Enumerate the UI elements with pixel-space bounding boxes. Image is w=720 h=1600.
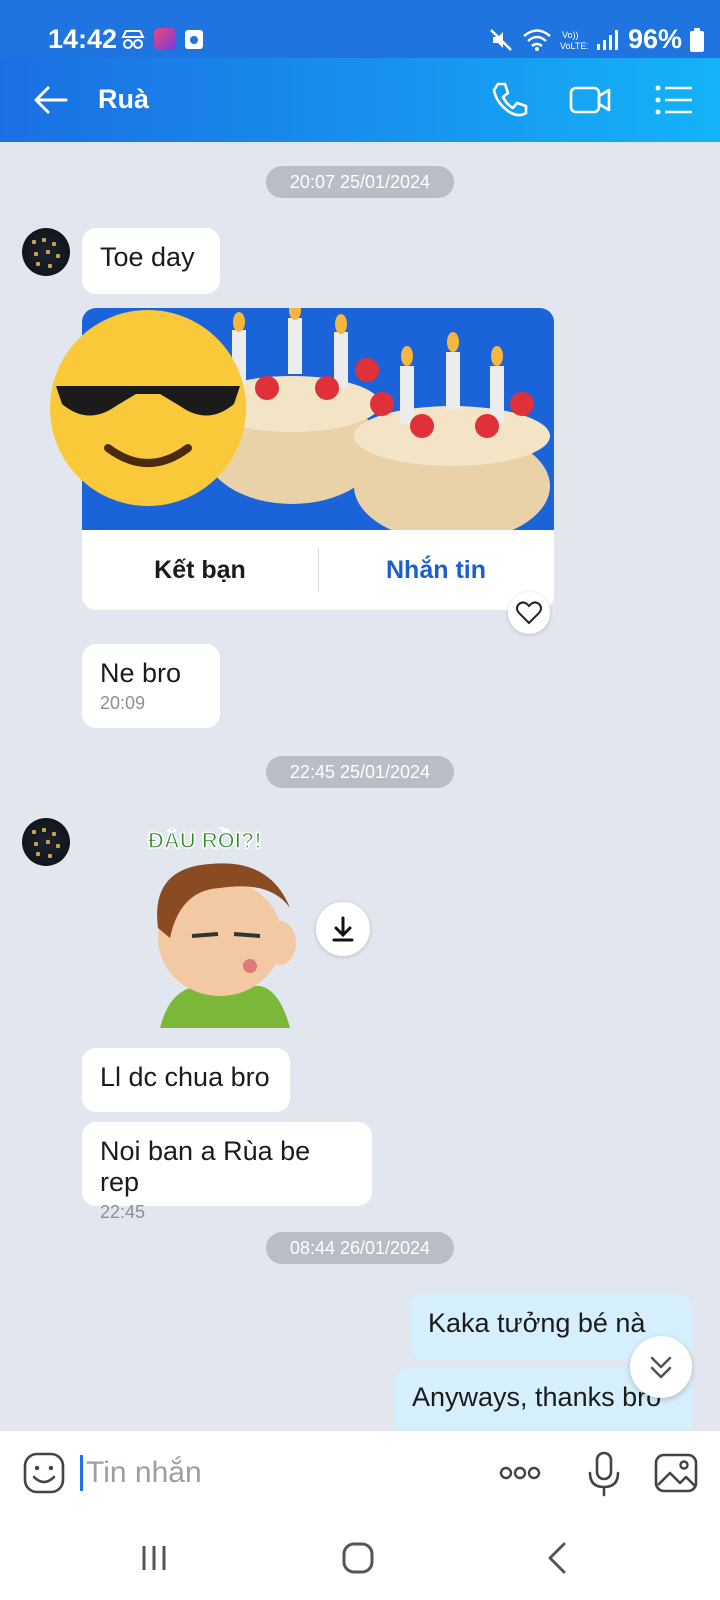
chat-header: Ruà: [0, 58, 720, 142]
app-notification-icon: [154, 28, 176, 50]
svg-text:Vo)): Vo)): [562, 30, 579, 40]
status-system-icons: Vo)) VoLTE1 96%: [488, 24, 704, 55]
message-text: Kaka tưởng bé nà: [428, 1308, 646, 1338]
signal-icon: [596, 29, 618, 50]
microphone-icon[interactable]: [580, 1449, 628, 1497]
date-separator: 08:44 26/01/2024: [266, 1232, 454, 1264]
react-heart-button[interactable]: [508, 592, 550, 634]
sticker[interactable]: ĐÂU RỒI?!: [140, 818, 310, 1038]
system-navigation-bar: [0, 1516, 720, 1600]
status-time: 14:42: [48, 24, 118, 54]
chevron-double-down-icon: [650, 1356, 672, 1379]
message-text: Anyways, thanks bro: [412, 1382, 662, 1412]
message-text: Toe day: [100, 242, 195, 272]
svg-text:VoLTE1: VoLTE1: [560, 41, 588, 51]
recent-apps-icon[interactable]: [130, 1534, 178, 1582]
action-divider: [318, 548, 319, 592]
status-notification-icons: [120, 28, 204, 50]
home-icon[interactable]: [334, 1534, 382, 1582]
back-arrow-icon[interactable]: [30, 80, 70, 120]
phone-icon[interactable]: [488, 78, 532, 122]
status-bar: 14:42 Vo)) VoLTE1: [0, 0, 720, 58]
scroll-to-bottom-button[interactable]: [630, 1336, 692, 1398]
sunglasses-emoji-icon: [50, 310, 246, 506]
image-gallery-icon[interactable]: [652, 1449, 700, 1497]
text-cursor: [80, 1455, 83, 1491]
calendar-icon: [185, 30, 203, 49]
incognito-icon: [121, 30, 145, 49]
add-friend-button[interactable]: Kết bạn: [82, 530, 318, 610]
mute-icon: [490, 28, 512, 51]
battery-percent: 96%: [627, 24, 682, 54]
heart-icon: [516, 601, 542, 625]
sticker-smile-icon[interactable]: [22, 1451, 66, 1495]
avatar[interactable]: [22, 818, 70, 866]
message-text: Ne bro: [100, 658, 182, 688]
avatar[interactable]: [22, 228, 70, 276]
message-bubble[interactable]: Ne bro 20:09: [82, 644, 220, 728]
download-button[interactable]: [316, 902, 370, 956]
message-time: 20:09: [100, 693, 146, 713]
message-text: Noi ban a Rùa be rep: [100, 1136, 311, 1197]
svg-text:ĐÂU RỒI?!: ĐÂU RỒI?!: [148, 828, 262, 853]
message-input-bar: [0, 1430, 720, 1516]
message-bubble[interactable]: Noi ban a Rùa be rep 22:45: [82, 1122, 372, 1222]
contact-name[interactable]: Ruà: [98, 84, 149, 115]
contact-card[interactable]: Kết bạn Nhắn tin: [50, 308, 554, 610]
message-bubble[interactable]: Ll dc chua bro: [82, 1048, 290, 1112]
back-icon[interactable]: [534, 1534, 582, 1582]
battery-icon: [690, 27, 704, 52]
volte-icon: Vo)) VoLTE1: [560, 30, 588, 51]
date-separator: 22:45 25/01/2024: [266, 756, 454, 788]
wifi-icon: [523, 28, 551, 51]
message-bubble[interactable]: Toe day: [82, 228, 220, 294]
message-text: Ll dc chua bro: [100, 1062, 270, 1092]
list-menu-icon[interactable]: [652, 78, 696, 122]
download-icon: [332, 916, 354, 942]
date-separator: 20:07 25/01/2024: [266, 166, 454, 198]
video-camera-icon[interactable]: [568, 78, 612, 122]
message-input[interactable]: [86, 1453, 466, 1493]
message-time: 22:45: [100, 1202, 146, 1222]
more-dots-icon[interactable]: [496, 1449, 544, 1497]
chat-messages[interactable]: 20:07 25/01/2024 Toe day Kết bạn Nhắn ti…: [0, 142, 720, 1430]
